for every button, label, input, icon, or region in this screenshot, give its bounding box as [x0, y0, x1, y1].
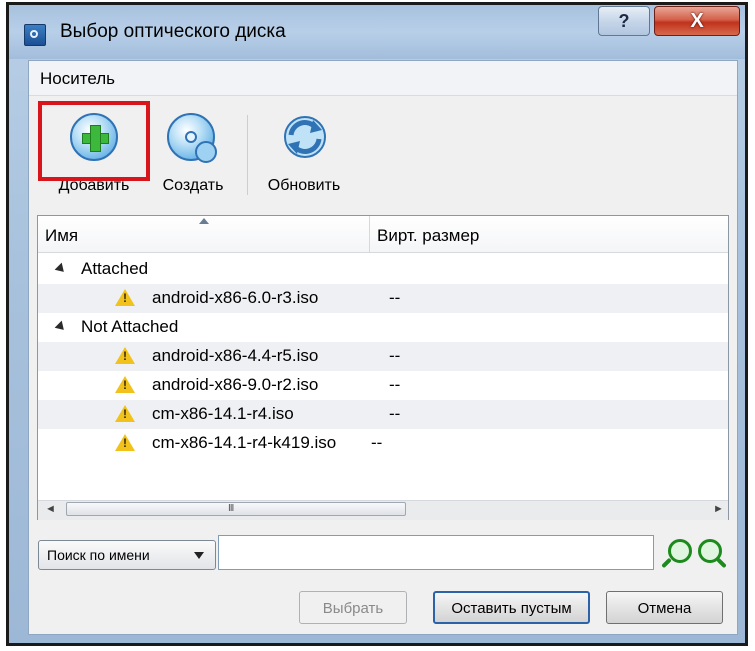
medium-size: -- — [389, 375, 401, 394]
medium-name: cm-x86-14.1-r4.iso — [152, 404, 294, 423]
leave-empty-button[interactable]: Оставить пустым — [433, 591, 590, 624]
close-button[interactable]: X — [654, 6, 740, 36]
group-row-attached[interactable]: Attached — [38, 255, 728, 284]
warning-icon-mark: ! — [123, 407, 127, 421]
toolbar-separator — [247, 115, 248, 195]
group-label: Attached — [81, 259, 149, 278]
search-prev-icon-handle — [661, 557, 672, 569]
medium-size: -- — [389, 288, 401, 307]
medium-size: -- — [371, 433, 383, 452]
column-divider[interactable] — [369, 216, 370, 252]
warning-icon-mark: ! — [123, 291, 127, 305]
help-button[interactable]: ? — [598, 6, 650, 36]
scroll-right-icon[interactable]: ► — [713, 503, 724, 515]
window-title: Выбор оптического диска — [60, 21, 286, 42]
medium-name: cm-x86-14.1-r4-k419.iso — [152, 433, 337, 452]
table-row[interactable]: ! android-x86-4.4-r5.iso -- — [38, 342, 728, 371]
collapse-triangle-icon[interactable] — [54, 262, 68, 276]
warning-icon-mark: ! — [123, 378, 127, 392]
search-next-icon-handle — [716, 557, 727, 569]
scrollbar-thumb[interactable] — [66, 502, 406, 516]
cancel-button[interactable]: Отмена — [606, 591, 723, 624]
create-button[interactable]: Создать — [153, 113, 233, 194]
medium-name: android-x86-9.0-r2.iso — [152, 375, 319, 394]
warning-icon-mark: ! — [123, 436, 127, 450]
add-button-highlight — [38, 101, 150, 181]
column-header-virtual-size[interactable]: Вирт. размер — [377, 226, 479, 246]
group-row-not-attached[interactable]: Not Attached — [38, 313, 728, 342]
optical-disc-app-icon — [24, 24, 46, 46]
chevron-down-icon[interactable] — [194, 552, 204, 559]
refresh-icon — [280, 113, 330, 161]
menu-item-media[interactable]: Носитель — [40, 69, 115, 89]
refresh-button-label: Обновить — [267, 177, 341, 194]
medium-name: android-x86-4.4-r5.iso — [152, 346, 319, 365]
medium-size: -- — [389, 404, 401, 423]
column-header-name[interactable]: Имя — [45, 226, 78, 246]
create-disc-icon — [167, 113, 217, 163]
table-row[interactable]: ! cm-x86-14.1-r4.iso -- — [38, 400, 728, 429]
search-input[interactable] — [218, 535, 654, 570]
collapse-triangle-icon[interactable] — [54, 320, 68, 334]
scrollbar-grip: III — [228, 503, 234, 514]
table-row[interactable]: ! android-x86-9.0-r2.iso -- — [38, 371, 728, 400]
refresh-button[interactable]: Обновить — [256, 113, 352, 194]
search-prev-icon — [668, 539, 692, 563]
choose-button[interactable]: Выбрать — [299, 591, 407, 624]
group-label: Not Attached — [81, 317, 179, 336]
search-next-button[interactable] — [698, 539, 728, 569]
warning-icon-mark: ! — [123, 349, 127, 363]
medium-name: android-x86-6.0-r3.iso — [152, 288, 319, 307]
sort-ascending-icon — [199, 218, 209, 224]
medium-size: -- — [389, 346, 401, 365]
table-row[interactable]: ! cm-x86-14.1-r4-k419.iso -- — [38, 429, 728, 458]
create-button-label: Создать — [162, 177, 224, 194]
scroll-left-icon[interactable]: ◄ — [45, 503, 56, 515]
table-row[interactable]: ! android-x86-6.0-r3.iso -- — [38, 284, 728, 313]
menu-bar — [29, 61, 737, 96]
search-mode-select[interactable]: Поиск по имени — [38, 540, 216, 570]
search-prev-button[interactable] — [661, 539, 692, 569]
